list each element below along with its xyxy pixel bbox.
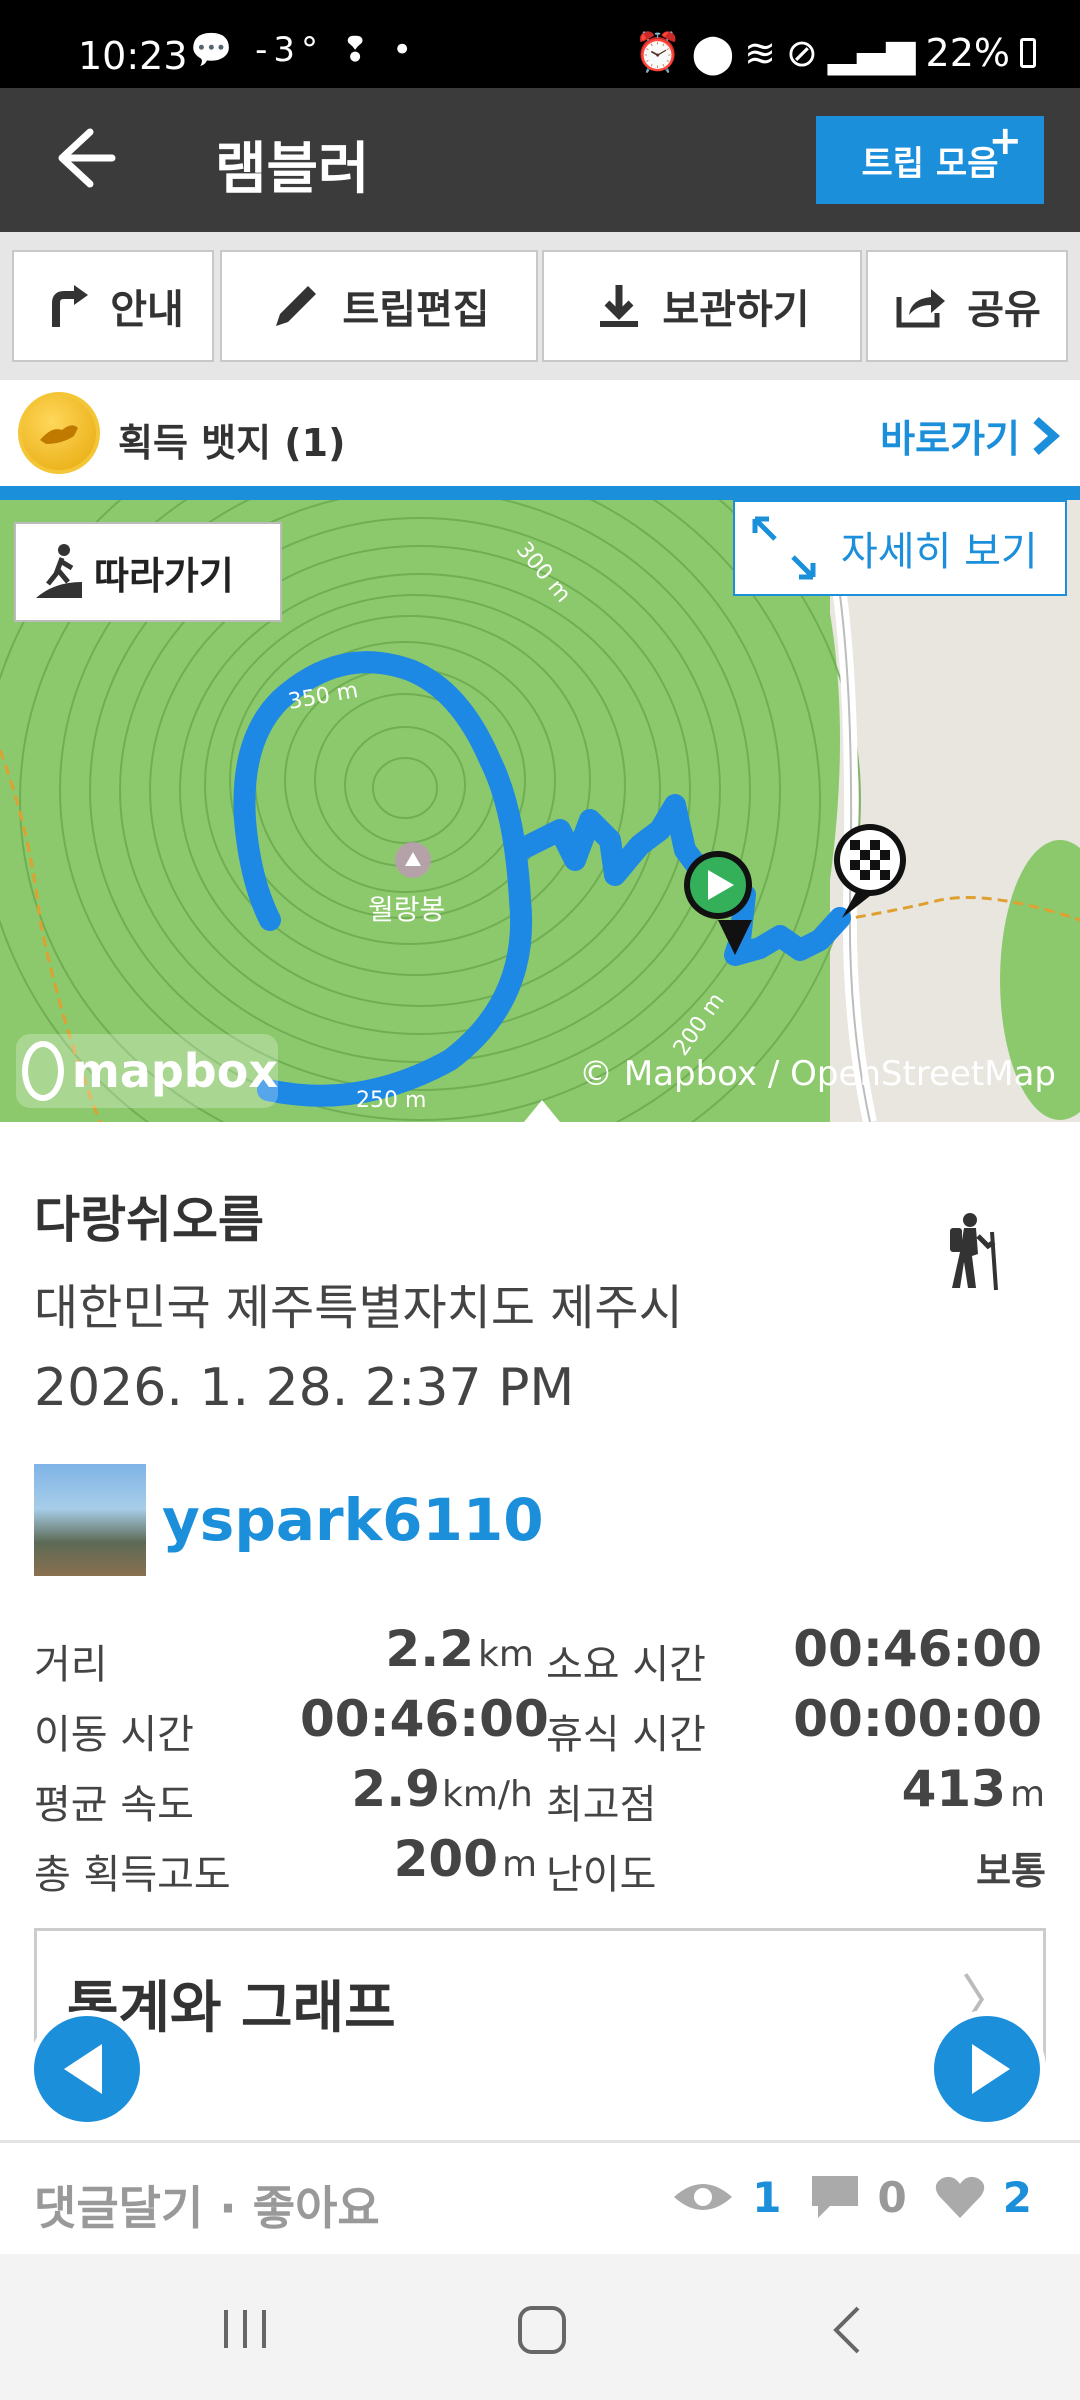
wifi-icon: ≋ <box>744 30 777 75</box>
max-altitude-label: 최고점 <box>546 1782 657 1828</box>
turn-arrow-icon <box>52 285 89 327</box>
download-icon <box>600 285 639 327</box>
guide-button[interactable]: 안내 <box>12 250 214 362</box>
avg-speed-value: 2.9 <box>351 1760 440 1818</box>
difficulty-label: 난이도 <box>546 1852 657 1898</box>
view-count: 1 <box>752 2172 782 2222</box>
total-gain-label: 총 획득고도 <box>34 1852 231 1898</box>
plus-icon: + <box>988 118 1022 164</box>
user-avatar[interactable] <box>34 1464 146 1576</box>
divider <box>0 2140 1080 2143</box>
triangle-left-icon <box>64 2044 102 2094</box>
badge-medal-icon <box>18 392 100 474</box>
place-name: 다랑쉬오름 <box>34 1191 264 1249</box>
comment-icon[interactable] <box>808 2172 862 2222</box>
go-label: 바로가기 <box>880 417 1020 461</box>
social-counts: 1 0 2 <box>670 2172 1032 2222</box>
duration-value: 00:46:00 <box>793 1620 1042 1678</box>
rest-time-value: 00:00:00 <box>793 1690 1042 1748</box>
share-button[interactable]: 공유 <box>866 250 1068 362</box>
moving-time-value: 00:46:00 <box>300 1690 549 1748</box>
chevron-right-icon <box>1033 416 1060 455</box>
home-icon[interactable] <box>516 2304 568 2356</box>
go-link[interactable]: 바로가기 <box>880 408 1060 463</box>
badge-label: 획득 뱃지 (1) <box>118 421 346 465</box>
back-arrow-icon[interactable] <box>50 118 120 198</box>
total-gain-value: 200 <box>393 1830 498 1888</box>
system-nav-bar <box>0 2254 1080 2400</box>
edit-trip-label: 트립편집 <box>342 287 490 333</box>
follow-button[interactable]: 따라가기 <box>14 522 282 622</box>
difficulty-value: 보통 <box>976 1849 1046 1893</box>
share-icon <box>896 289 946 328</box>
accent-divider <box>0 486 1080 500</box>
save-label: 보관하기 <box>662 287 810 333</box>
recent-apps-icon[interactable] <box>218 2304 272 2354</box>
notification-icons: 💬 -3° ❢ • <box>190 30 419 70</box>
save-button[interactable]: 보관하기 <box>542 250 862 362</box>
next-button[interactable] <box>928 2010 1046 2128</box>
view-detail-button[interactable]: 자세히 보기 <box>733 500 1067 596</box>
moving-time-label: 이동 시간 <box>34 1712 194 1758</box>
max-altitude-unit: m <box>1010 1774 1046 1815</box>
walker-icon <box>36 544 82 598</box>
previous-button[interactable] <box>28 2010 146 2128</box>
place-address: 대한민국 제주특별자치도 제주시 <box>34 1280 683 1336</box>
system-back-icon[interactable] <box>828 2304 868 2356</box>
app-title: 램블러 <box>215 137 370 202</box>
mapbox-logo-icon <box>22 1041 64 1101</box>
edit-trip-button[interactable]: 트립편집 <box>220 250 538 362</box>
distance-label: 거리 <box>34 1642 108 1688</box>
max-altitude-value: 413 <box>901 1760 1006 1818</box>
route-map[interactable]: 월랑봉 300 m 350 m 200 m 250 m 따라가기 자세히 보기 … <box>0 500 1080 1122</box>
comment-like-link[interactable]: 댓글달기 · 좋아요 <box>34 2172 380 2238</box>
heart-icon[interactable] <box>933 2172 987 2222</box>
trip-collection-label: 트립 모음 <box>861 143 999 184</box>
peak-label: 월랑봉 <box>368 893 446 926</box>
alarm-icon: ⏰ <box>634 30 682 74</box>
avg-speed-label: 평균 속도 <box>34 1782 194 1828</box>
share-label: 공유 <box>967 287 1041 333</box>
comment-count: 0 <box>877 2172 907 2222</box>
temperature: -3° <box>255 30 325 70</box>
stats-graph-card[interactable]: 통계와 그래프 〉 <box>34 1928 1046 2062</box>
follow-label: 따라가기 <box>94 553 234 598</box>
status-time: 10:23 <box>78 34 188 78</box>
avg-speed-unit: km/h <box>442 1774 533 1815</box>
status-right: ⏰ ⬤ ≋ ⊘ ▂▄▆ 22% <box>634 30 1036 75</box>
signal-icon: ▂▄▆ <box>827 30 916 75</box>
view-detail-label: 자세히 보기 <box>841 529 1038 575</box>
mapbox-logo-text: mapbox <box>71 1044 278 1098</box>
trip-date: 2026. 1. 28. 2:37 PM <box>34 1358 575 1418</box>
rest-time-label: 휴식 시간 <box>546 1712 706 1758</box>
duration-label: 소요 시간 <box>546 1642 706 1688</box>
badge-row[interactable]: 획득 뱃지 (1) 바로가기 <box>0 380 1080 486</box>
expand-icon <box>752 516 816 580</box>
pencil-icon <box>276 286 317 326</box>
hiker-icon <box>950 1213 998 1291</box>
status-bar: 10:23 💬 -3° ❢ • ⏰ ⬤ ≋ ⊘ ▂▄▆ 22% <box>0 0 1080 88</box>
battery-icon <box>1020 37 1036 68</box>
dnd-icon: ⊘ <box>786 30 818 75</box>
social-bar: 댓글달기 · 좋아요 1 0 2 <box>0 2144 1080 2254</box>
guide-label: 안내 <box>110 287 184 333</box>
distance-value: 2.2 <box>385 1620 474 1678</box>
triangle-right-icon <box>972 2044 1010 2094</box>
like-count: 2 <box>1002 2172 1032 2222</box>
action-toolbar: 안내 트립편집 보관하기 공유 <box>0 232 1080 380</box>
trip-collection-button[interactable]: 트립 모음 + <box>816 116 1044 204</box>
distance-unit: km <box>478 1634 534 1675</box>
user-name-link[interactable]: yspark6110 <box>162 1486 544 1554</box>
contour-label-250: 250 m <box>356 1088 427 1113</box>
battery-percent: 22% <box>925 30 1010 75</box>
total-gain-unit: m <box>502 1844 538 1885</box>
app-bar: 램블러 트립 모음 + <box>0 88 1080 232</box>
location-icon: ⬤ <box>691 30 735 75</box>
map-attribution[interactable]: © Mapbox / OpenStreetMap <box>579 1054 1056 1094</box>
eye-icon <box>674 2184 733 2210</box>
mapbox-logo: mapbox <box>16 1034 278 1108</box>
